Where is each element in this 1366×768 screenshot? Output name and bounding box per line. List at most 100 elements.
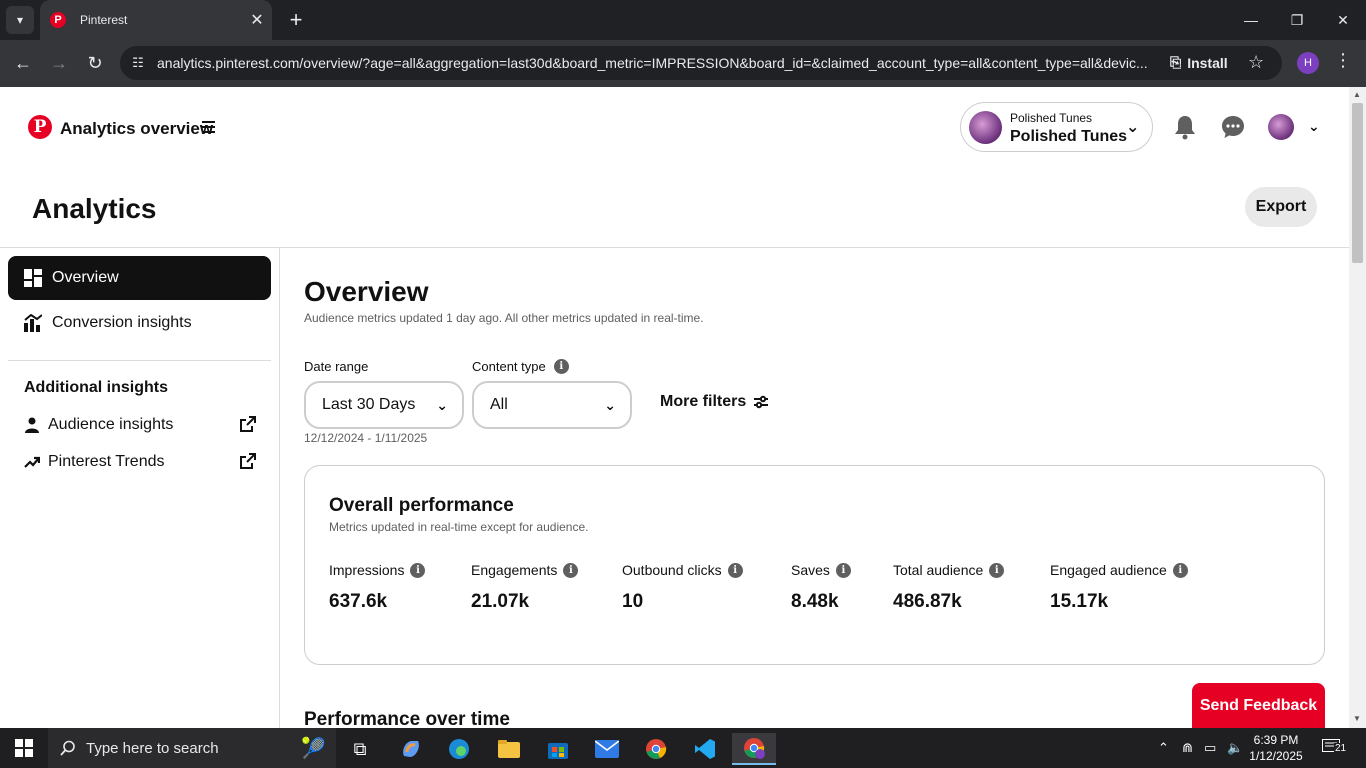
header-title[interactable]: Analytics overview [60, 119, 213, 139]
edge-browser-icon[interactable] [437, 733, 481, 765]
metric-value: 637.6k [329, 591, 388, 612]
info-icon[interactable]: i [563, 562, 579, 578]
reload-icon[interactable]: ↻ [80, 48, 110, 78]
windows-start-icon[interactable] [0, 728, 48, 768]
header-divider [0, 247, 1349, 248]
messages-icon[interactable] [1221, 115, 1245, 139]
sidebar-item-overview[interactable]: Overview [8, 256, 271, 300]
volume-icon[interactable]: 🔈 [1227, 740, 1243, 756]
account-switcher[interactable]: Polished Tunes Polished Tunes ⌄ [960, 102, 1153, 152]
chrome-profile-icon[interactable] [732, 733, 776, 765]
sidebar-separator [8, 360, 271, 361]
overview-title: Overview [304, 276, 429, 307]
scrollbar-thumb[interactable] [1352, 103, 1363, 263]
date-range-value: Last 30 Days [322, 396, 416, 413]
notification-count: 21 [1334, 743, 1348, 754]
install-button[interactable]: ⎘ Install [1170, 54, 1228, 71]
metric-label: Engaged audience [1050, 562, 1167, 578]
network-icon[interactable]: ⋒ [1182, 740, 1193, 756]
metric-label: Impressions [329, 562, 405, 578]
overview-subtitle: Audience metrics updated 1 day ago. All … [304, 311, 704, 325]
address-bar[interactable]: ☷ analytics.pinterest.com/overview/?age=… [120, 46, 1282, 80]
install-icon: ⎘ [1170, 54, 1182, 70]
restore-icon[interactable]: ❐ [1274, 0, 1320, 40]
content-type-label: Content type [472, 359, 546, 374]
bell-icon[interactable] [1173, 114, 1197, 140]
new-tab-icon[interactable]: + [282, 6, 310, 34]
microsoft-store-icon[interactable] [536, 733, 580, 765]
notification-center-icon[interactable]: 21 [1322, 737, 1350, 759]
info-icon[interactable]: i [727, 562, 743, 578]
card-title: Overall performance [329, 495, 514, 516]
close-window-icon[interactable]: ✕ [1320, 0, 1366, 40]
overall-performance-card: Overall performance Metrics updated in r… [304, 465, 1325, 665]
info-icon[interactable]: i [835, 562, 851, 578]
metric-value: 21.07k [471, 591, 530, 612]
mail-icon[interactable] [585, 733, 629, 765]
sidebar-link-label: Pinterest Trends [48, 453, 165, 470]
page-scrollbar[interactable]: ▲ ▼ [1349, 87, 1366, 728]
metric-engaged-audience: Engaged audience i 15.17k [1050, 562, 1188, 613]
chrome-icon[interactable] [634, 733, 678, 765]
info-icon[interactable]: i [989, 562, 1005, 578]
bookmark-star-icon[interactable]: ☆ [1248, 52, 1264, 73]
tab-search-dropdown-icon[interactable]: ▾ [6, 6, 34, 34]
metric-saves: Saves i 8.48k [791, 562, 851, 613]
file-explorer-icon[interactable] [487, 733, 531, 765]
user-avatar[interactable] [1268, 114, 1294, 140]
pinterest-logo-icon[interactable]: P [28, 115, 52, 139]
metric-label: Engagements [471, 562, 558, 578]
tab-close-icon[interactable]: ✕ [246, 10, 268, 30]
browser-menu-icon[interactable]: ⋮ [1334, 50, 1352, 71]
url-text[interactable]: analytics.pinterest.com/overview/?age=al… [157, 55, 1153, 71]
more-filters-button[interactable]: More filters [660, 393, 769, 411]
hamburger-menu-icon[interactable] [202, 121, 215, 133]
send-feedback-button[interactable]: Send Feedback [1192, 683, 1325, 729]
chevron-down-icon: ⌄ [604, 397, 616, 413]
clock-time: 6:39 PM [1253, 733, 1299, 747]
sidebar-link-audience-insights[interactable]: Audience insights [24, 416, 256, 434]
chevron-down-icon: ⌄ [1126, 119, 1140, 136]
taskbar-clock[interactable]: 6:39 PM 1/12/2025 [1246, 732, 1306, 764]
content-type-select[interactable]: All ⌄ [472, 381, 632, 429]
forward-icon[interactable]: → [44, 48, 74, 78]
sidebar-link-pinterest-trends[interactable]: Pinterest Trends [24, 453, 256, 471]
copilot-icon[interactable] [389, 733, 433, 765]
info-icon[interactable]: i [1172, 562, 1188, 578]
info-icon[interactable]: i [410, 562, 426, 578]
account-avatar [969, 111, 1002, 144]
pinterest-favicon-icon: P [50, 12, 66, 28]
person-icon [25, 417, 39, 433]
task-view-icon[interactable]: ⧉ [338, 733, 382, 765]
date-range-select[interactable]: Last 30 Days ⌄ [304, 381, 464, 429]
metric-value: 15.17k [1050, 591, 1109, 612]
scroll-down-icon[interactable]: ▼ [1353, 714, 1361, 723]
external-link-icon [240, 453, 256, 469]
date-range-label: Date range [304, 359, 369, 374]
account-menu-chevron-icon[interactable]: ⌄ [1308, 118, 1320, 135]
metric-engagements: Engagements i 21.07k [471, 562, 579, 613]
tab-title: Pinterest [80, 13, 128, 27]
show-hidden-icons-icon[interactable]: ⌃ [1158, 740, 1169, 756]
scroll-up-icon[interactable]: ▲ [1353, 90, 1361, 99]
card-subtitle: Metrics updated in real-time except for … [329, 520, 589, 534]
taskbar-search[interactable]: Type here to search 🎾 [48, 728, 336, 768]
external-link-icon [240, 416, 256, 432]
browser-tab[interactable]: P Pinterest ✕ [40, 0, 272, 40]
metric-value: 486.87k [893, 591, 962, 612]
site-info-icon[interactable]: ☷ [128, 53, 148, 73]
back-icon[interactable]: ← [8, 48, 38, 78]
chevron-down-icon: ⌄ [436, 397, 448, 413]
browser-profile-avatar[interactable]: H [1297, 52, 1319, 74]
export-button[interactable]: Export [1245, 187, 1317, 227]
info-icon[interactable]: i [553, 359, 569, 374]
content-type-label-group: Content type i [472, 359, 569, 374]
sidebar-item-conversion-insights[interactable]: Conversion insights [8, 301, 271, 345]
battery-icon[interactable]: ▭ [1204, 740, 1216, 756]
vscode-icon[interactable] [683, 733, 727, 765]
minimize-icon[interactable]: — [1228, 0, 1274, 40]
sidebar-item-label: Overview [52, 269, 119, 286]
browser-toolbar: ← → ↻ ☷ analytics.pinterest.com/overview… [0, 40, 1366, 87]
install-label: Install [1187, 54, 1228, 71]
date-range-dates: 12/12/2024 - 1/11/2025 [304, 431, 428, 445]
